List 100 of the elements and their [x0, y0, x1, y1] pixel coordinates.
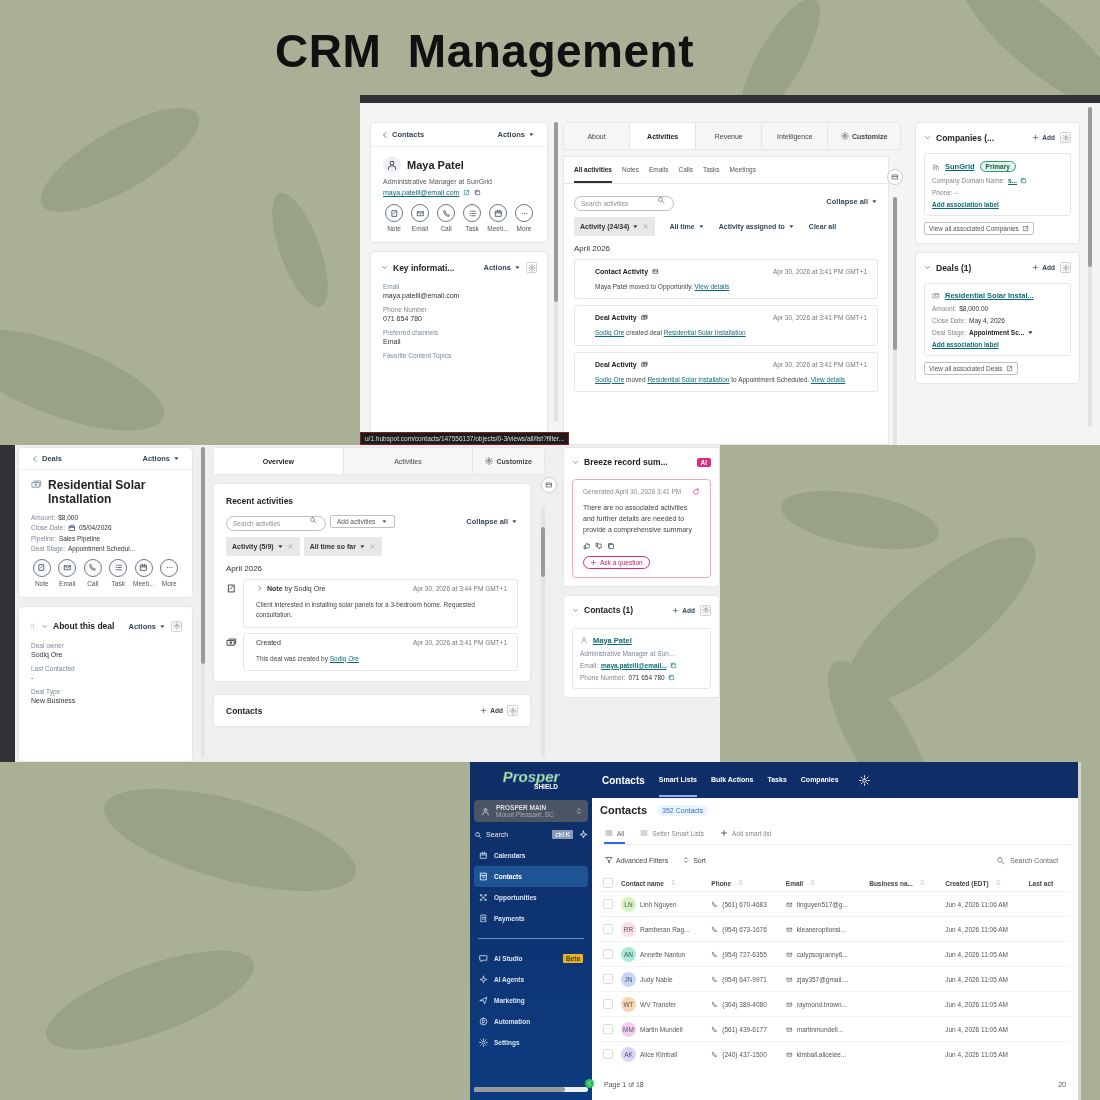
- copy-icon[interactable]: [607, 541, 615, 550]
- sort-icon: [682, 856, 691, 864]
- list-icon: [605, 829, 613, 837]
- search-icon: [996, 855, 1005, 865]
- chevron-left-icon: [586, 1080, 593, 1087]
- building-icon: [932, 162, 940, 171]
- checkbox[interactable]: [603, 878, 613, 888]
- settings-button[interactable]: [507, 705, 518, 717]
- checkbox[interactable]: [603, 1049, 613, 1059]
- caret-icon: [1027, 329, 1035, 336]
- close-icon: [368, 543, 376, 550]
- mail-icon: [785, 950, 793, 958]
- scrollbar[interactable]: [1088, 107, 1092, 427]
- settings-button[interactable]: [700, 604, 711, 616]
- settings-icon: [1061, 263, 1070, 272]
- scrollbar[interactable]: [893, 197, 897, 445]
- calendar-icon: [493, 208, 503, 218]
- phone-icon: [88, 563, 98, 573]
- copy-icon[interactable]: [474, 189, 482, 196]
- phone-icon: [711, 925, 719, 933]
- settings-icon[interactable]: [858, 774, 870, 786]
- scrollbar[interactable]: [553, 122, 558, 422]
- plus-icon: [590, 558, 597, 566]
- checkbox[interactable]: [603, 999, 613, 1009]
- sort-icon[interactable]: [809, 879, 817, 886]
- settings-button[interactable]: [526, 262, 537, 273]
- month-heading: April 2026: [226, 564, 264, 573]
- copy-icon[interactable]: [669, 661, 677, 669]
- plus-icon: [1032, 134, 1040, 141]
- thumbs-up-icon[interactable]: [583, 541, 591, 550]
- sort-icon[interactable]: [670, 879, 677, 886]
- search-icon: [657, 196, 665, 204]
- expand-icon[interactable]: [256, 585, 263, 592]
- mail-icon: [785, 975, 793, 983]
- list-icon: [467, 208, 477, 218]
- scrollbar[interactable]: [474, 1087, 588, 1092]
- close-icon: [286, 543, 294, 550]
- section-title: Breeze record sum...: [584, 457, 669, 467]
- checkbox[interactable]: [603, 949, 613, 959]
- panel-toggle-button[interactable]: [541, 477, 557, 493]
- phone-icon: [441, 208, 451, 218]
- month-heading: April 2026: [574, 244, 612, 253]
- scrollbar[interactable]: [201, 447, 205, 757]
- copy-icon[interactable]: [667, 673, 675, 681]
- sort-icon[interactable]: [994, 879, 1002, 886]
- chevron-icon[interactable]: [381, 264, 388, 271]
- caret-icon: [381, 518, 389, 525]
- settings-icon: [701, 606, 710, 615]
- chevron-icon[interactable]: [41, 622, 48, 630]
- settings-button[interactable]: [1060, 132, 1071, 143]
- panel-toggle-button[interactable]: [887, 169, 903, 185]
- note-icon: [389, 208, 399, 218]
- caret-icon: [276, 543, 284, 550]
- settings-button[interactable]: [1060, 262, 1071, 273]
- phone-icon: [711, 900, 719, 908]
- calendar-icon: [479, 851, 488, 860]
- sort-icon[interactable]: [918, 879, 926, 886]
- collapse-button[interactable]: [585, 1079, 594, 1088]
- chevron-left-icon: [31, 454, 39, 463]
- checkbox[interactable]: [603, 1024, 613, 1034]
- note-icon: [226, 583, 237, 594]
- caret-icon: [514, 264, 521, 271]
- copy-icon[interactable]: [1020, 177, 1028, 184]
- chevron-icon[interactable]: [572, 606, 579, 614]
- money-icon: [640, 360, 648, 368]
- settings-button[interactable]: [171, 620, 182, 632]
- section-title: Deals (1): [936, 262, 973, 273]
- money-icon: [932, 291, 940, 300]
- note-icon: [37, 563, 47, 573]
- section-title: Contacts: [226, 705, 263, 716]
- card-icon: [891, 173, 899, 181]
- thumbs-down-icon[interactable]: [595, 541, 603, 550]
- chevron-left-icon: [381, 130, 389, 139]
- list-icon: [113, 563, 123, 573]
- caret-icon: [697, 223, 705, 230]
- checkbox[interactable]: [603, 924, 613, 934]
- settings-icon: [1061, 133, 1070, 142]
- external-link-icon[interactable]: [463, 189, 471, 196]
- plus-icon: [1032, 264, 1040, 271]
- sort-icon[interactable]: [737, 879, 745, 886]
- section-title: About this deal: [53, 621, 116, 632]
- chevron-icon[interactable]: [924, 264, 931, 271]
- checkbox[interactable]: [603, 974, 613, 984]
- chevron-icon[interactable]: [572, 458, 579, 466]
- calendar-icon[interactable]: [67, 523, 76, 532]
- sparkle-icon[interactable]: [579, 830, 588, 839]
- contact-name: Maya Patel: [407, 159, 464, 171]
- sort-icon: [575, 807, 583, 815]
- money-icon: [640, 314, 648, 322]
- search-icon: [309, 516, 317, 524]
- chevron-icon[interactable]: [924, 134, 931, 141]
- caret-icon: [173, 455, 180, 462]
- paper-plane-icon: [479, 996, 488, 1005]
- section-title: Companies (...: [936, 132, 996, 143]
- card-icon: [652, 268, 660, 275]
- refresh-icon[interactable]: [692, 488, 700, 496]
- drag-handle-icon[interactable]: [29, 622, 36, 630]
- checkbox[interactable]: [603, 899, 613, 909]
- phone-icon: [711, 1000, 719, 1008]
- play-icon: [479, 1017, 488, 1026]
